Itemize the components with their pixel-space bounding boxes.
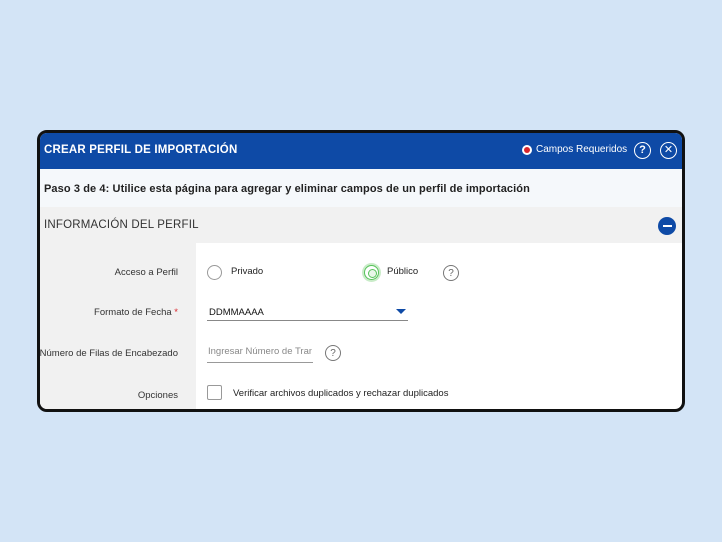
date-format-select[interactable]: DDMMAAAA xyxy=(207,299,408,321)
options-label: Opciones xyxy=(137,390,178,401)
radio-private[interactable] xyxy=(207,265,222,280)
radio-public-label: Público xyxy=(387,266,419,277)
profile-info-section-header: INFORMACIÓN DEL PERFIL xyxy=(40,207,682,243)
step-instructions: Paso 3 de 4: Utilice esta página para ag… xyxy=(44,183,530,195)
date-format-value: DDMMAAAA xyxy=(209,307,264,318)
profile-access-label: Acceso a Perfil xyxy=(114,267,178,278)
required-marker-icon xyxy=(522,144,532,155)
access-help-icon[interactable]: ? xyxy=(443,265,459,281)
date-format-label: Formato de Fecha * xyxy=(94,307,178,318)
chevron-down-icon xyxy=(396,309,406,314)
section-title: INFORMACIÓN DEL PERFIL xyxy=(44,219,199,231)
import-profile-dialog: CREAR PERFIL DE IMPORTACIÓN Campos Reque… xyxy=(37,130,685,412)
header-rows-help-icon[interactable]: ? xyxy=(325,345,341,361)
duplicate-check-label: Verificar archivos duplicados y rechazar… xyxy=(233,388,449,399)
required-asterisk: * xyxy=(174,307,178,318)
collapse-section-button[interactable] xyxy=(658,217,676,235)
radio-public[interactable] xyxy=(364,265,379,280)
close-button[interactable]: ✕ xyxy=(660,142,677,159)
minus-icon xyxy=(662,225,672,227)
dialog-title: CREAR PERFIL DE IMPORTACIÓN xyxy=(44,144,238,156)
radio-private-label: Privado xyxy=(231,266,264,277)
dialog-header: CREAR PERFIL DE IMPORTACIÓN Campos Reque… xyxy=(40,133,682,169)
step-banner: Paso 3 de 4: Utilice esta página para ag… xyxy=(40,169,682,207)
date-format-label-text: Formato de Fecha xyxy=(94,307,172,318)
header-rows-label: Número de Filas de Encabezado xyxy=(39,348,178,359)
required-fields-label: Campos Requeridos xyxy=(536,144,628,155)
duplicate-check-checkbox[interactable] xyxy=(207,385,222,400)
required-fields-legend: Campos Requeridos xyxy=(522,144,627,155)
help-button[interactable]: ? xyxy=(634,142,651,159)
header-rows-input[interactable] xyxy=(207,341,313,363)
